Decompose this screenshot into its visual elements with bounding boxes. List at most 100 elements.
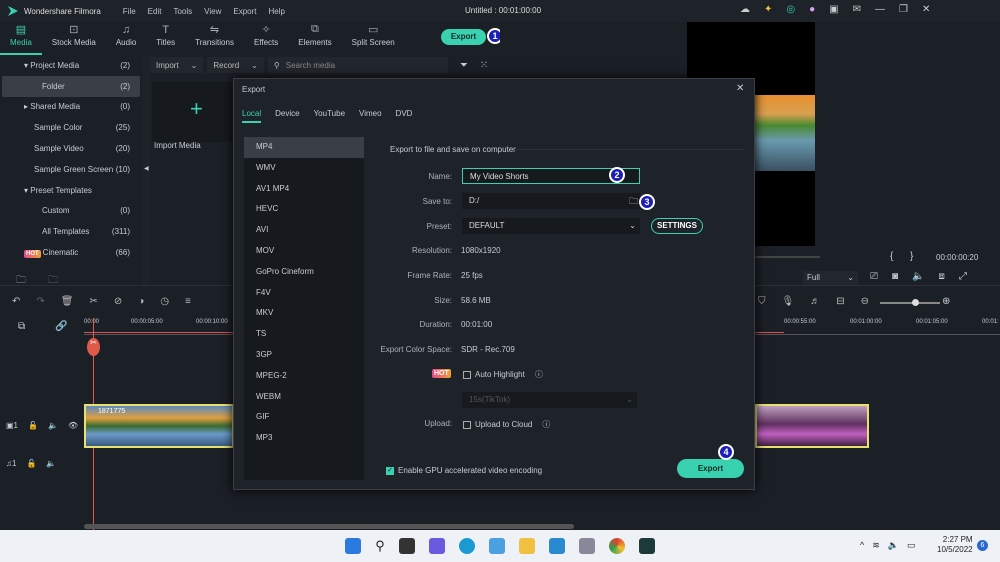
format-ts[interactable]: TS [244, 324, 364, 345]
timeline-scrollbar[interactable] [84, 524, 574, 529]
edge-icon[interactable] [458, 538, 475, 554]
fullscreen-icon[interactable]: ⤢ [959, 271, 967, 282]
menu-file[interactable]: File [123, 7, 136, 16]
export-button[interactable]: Export [677, 459, 744, 478]
headset-icon[interactable]: ◎ [786, 4, 795, 15]
zoom-slider[interactable] [880, 299, 940, 306]
search-input[interactable]: ⚲ Search media [267, 57, 448, 73]
help-icon[interactable]: ⓘ [535, 370, 543, 379]
format-webm[interactable]: WEBM [244, 387, 364, 408]
filmora-taskbar-icon[interactable] [638, 538, 655, 554]
format-av1-mp4[interactable]: AV1 MP4 [244, 179, 364, 200]
import-media-tile[interactable]: + [152, 82, 232, 142]
sidebar-item-cinematic[interactable]: HOT Cinematic (66) [2, 242, 140, 263]
file-explorer-icon[interactable] [518, 538, 535, 554]
video-clip-end[interactable] [755, 404, 869, 448]
monitor-icon[interactable]: ⎚ [870, 271, 878, 282]
tab-effects[interactable]: ✧ Effects [244, 23, 288, 55]
import-dropdown[interactable]: Import ⌄ [150, 57, 204, 73]
chevron-up-icon[interactable]: ^ [860, 540, 864, 551]
format-3gp[interactable]: 3GP [244, 345, 364, 366]
format-mov[interactable]: MOV [244, 241, 364, 262]
snapshot-icon[interactable]: ◙ [892, 271, 898, 282]
auto-highlight-checkbox[interactable]: Auto Highlight ⓘ [463, 369, 543, 380]
zoom-in-icon[interactable]: ⊕ [942, 296, 950, 307]
menu-help[interactable]: Help [268, 7, 284, 16]
export-button-top[interactable]: Export [441, 29, 486, 45]
tab-youtube[interactable]: YouTube [314, 109, 345, 123]
record-dropdown[interactable]: Record ⌄ [207, 57, 264, 73]
close-icon[interactable]: ✕ [922, 4, 930, 15]
sidebar-item-custom[interactable]: Custom (0) [2, 201, 140, 222]
grid-icon[interactable]: ⁙ [480, 60, 488, 71]
tab-titles[interactable]: T Titles [146, 24, 185, 55]
link-icon[interactable]: 🔗 [55, 321, 67, 332]
tab-stock-media[interactable]: ⊡ Stock Media [42, 23, 106, 55]
tab-local[interactable]: Local [242, 109, 262, 123]
sidebar-item-folder[interactable]: Folder (2) [2, 75, 140, 97]
mark-in-icon[interactable]: { [890, 251, 893, 262]
lock-icon[interactable]: 🔓 [26, 459, 36, 468]
start-icon[interactable] [345, 538, 362, 554]
menu-tools[interactable]: Tools [173, 7, 192, 16]
cut-icon[interactable]: ✂ [89, 296, 97, 307]
tab-device[interactable]: Device [275, 109, 299, 123]
format-gif[interactable]: GIF [244, 407, 364, 428]
sidebar-item-shared-media[interactable]: ▸ Shared Media (0) [2, 97, 140, 118]
redo-icon[interactable]: ↷ [36, 296, 44, 307]
menu-edit[interactable]: Edit [148, 7, 162, 16]
bulb-icon[interactable]: ✦ [764, 4, 772, 15]
save-icon[interactable]: ▣ [829, 4, 838, 15]
mute-icon[interactable]: 🔈 [48, 421, 58, 430]
wifi-icon[interactable]: ≋ [872, 540, 880, 551]
minimize-icon[interactable]: — [875, 4, 885, 15]
sidebar-item-preset-templates[interactable]: ▾ Preset Templates [2, 180, 140, 201]
tab-vimeo[interactable]: Vimeo [359, 109, 382, 123]
layout-icon[interactable]: ⧈ [939, 271, 945, 282]
video-clip[interactable]: 1871775 [84, 404, 234, 448]
tab-dvd[interactable]: DVD [396, 109, 413, 123]
zoom-out-icon[interactable]: ⊖ [861, 296, 869, 307]
preset-dropdown[interactable]: DEFAULT ⌄ [462, 218, 640, 234]
add-track-icon[interactable]: ⧉ [18, 321, 25, 332]
menu-export[interactable]: Export [233, 7, 256, 16]
folder-icon[interactable]: 🗀 [629, 193, 638, 209]
format-mp3[interactable]: MP3 [244, 428, 364, 449]
notepad-icon[interactable] [548, 538, 565, 554]
undo-icon[interactable]: ↶ [12, 296, 20, 307]
notification-badge[interactable]: 6 [977, 540, 988, 551]
format-avi[interactable]: AVI [244, 220, 364, 241]
clock[interactable]: 2:27 PM 10/5/2022 [937, 535, 973, 555]
format-wmv[interactable]: WMV [244, 158, 364, 179]
format-mkv[interactable]: MKV [244, 303, 364, 324]
mute-icon[interactable]: 🔈 [46, 459, 56, 468]
format-f4v[interactable]: F4V [244, 283, 364, 304]
tag-icon[interactable]: ⊘ [114, 296, 122, 307]
mic-icon[interactable]: 🎙 [782, 296, 795, 307]
sidebar-item-sample-green-screen[interactable]: Sample Green Screen (10) [2, 159, 140, 180]
sidebar-item-sample-color[interactable]: Sample Color (25) [2, 117, 140, 138]
delete-icon[interactable]: 🗑 [61, 296, 74, 307]
sidebar-item-sample-video[interactable]: Sample Video (20) [2, 138, 140, 159]
task-view-icon[interactable] [398, 538, 415, 554]
volume-icon[interactable]: 🔈 [912, 271, 924, 282]
tab-transitions[interactable]: ⇋ Transitions [185, 23, 244, 55]
battery-icon[interactable]: ▭ [907, 540, 916, 551]
close-icon[interactable]: ✕ [736, 83, 744, 94]
tab-audio[interactable]: ♫ Audio [106, 24, 146, 55]
color-icon[interactable]: ◑ [138, 296, 144, 307]
panel-divider[interactable]: ◀ [142, 55, 150, 285]
adjust-icon[interactable]: ≡ [185, 296, 191, 307]
audio-mix-icon[interactable]: ♬ [810, 296, 820, 307]
gpu-checkbox[interactable]: ✓ Enable GPU accelerated video encoding [386, 466, 542, 475]
menu-view[interactable]: View [204, 7, 221, 16]
lock-icon[interactable]: 🔓 [28, 421, 38, 430]
search-icon[interactable]: ⚲ [375, 538, 385, 554]
filter-icon[interactable]: ⏷ [460, 60, 468, 71]
format-gopro-cineform[interactable]: GoPro Cineform [244, 262, 364, 283]
teams-icon[interactable] [428, 538, 445, 554]
mark-out-icon[interactable]: } [910, 251, 913, 262]
zoom-dropdown[interactable]: Full ⌄ [803, 271, 858, 285]
format-mp4[interactable]: MP4 [244, 137, 364, 158]
sidebar-item-all-templates[interactable]: All Templates (311) [2, 221, 140, 242]
